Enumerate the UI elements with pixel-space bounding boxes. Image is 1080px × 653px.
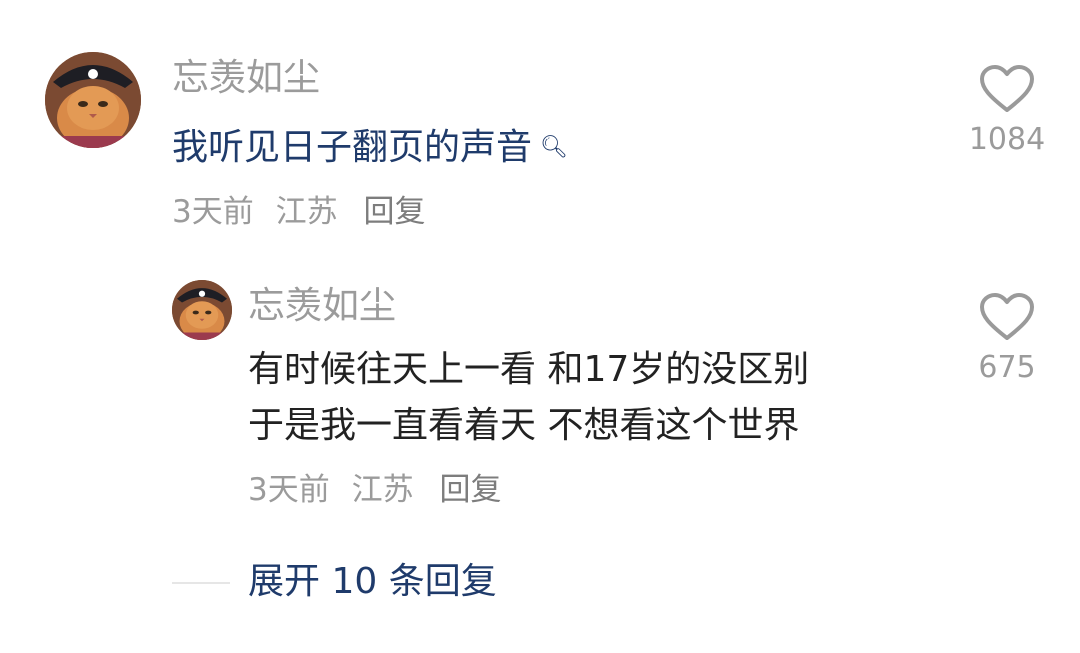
heart-icon[interactable] <box>979 292 1035 342</box>
reply-avatar[interactable] <box>172 280 232 340</box>
heart-icon[interactable] <box>979 64 1035 114</box>
reply-username[interactable]: 忘羡如尘 <box>248 284 396 328</box>
comment-text[interactable]: 我听见日子翻页的声音 🔍︎ <box>172 120 568 176</box>
comment-text-content: 我听见日子翻页的声音 <box>172 127 533 168</box>
avatar[interactable] <box>45 52 141 148</box>
reply-text[interactable]: 有时候往天上一看 和17岁的没区别 于是我一直看着天 不想看这个世界 <box>248 342 809 454</box>
comment-reply-button[interactable]: 回复 <box>363 194 425 230</box>
comment-time: 3天前 <box>172 194 254 230</box>
avatar-image <box>172 280 232 340</box>
expand-divider <box>172 582 230 584</box>
reply-text-line: 于是我一直看着天 不想看这个世界 <box>248 405 800 446</box>
comment-username[interactable]: 忘羡如尘 <box>172 56 320 100</box>
reply-like[interactable]: 675 <box>952 292 1062 388</box>
reply-location: 江苏 <box>351 472 414 508</box>
expand-replies-button[interactable]: 展开 10 条回复 <box>248 558 497 606</box>
reply-meta: 3天前 江苏 回复 <box>248 470 513 510</box>
reply-reply-button[interactable]: 回复 <box>439 472 501 508</box>
reply-text-line: 有时候往天上一看 和17岁的没区别 <box>248 349 810 390</box>
search-icon[interactable]: 🔍︎ <box>540 135 568 160</box>
comment-meta: 3天前 江苏 回复 <box>172 192 437 232</box>
comment-location: 江苏 <box>275 194 338 230</box>
avatar-image <box>45 52 141 148</box>
comment-like[interactable]: 1084 <box>952 64 1062 160</box>
reply-time: 3天前 <box>248 472 330 508</box>
comment-like-count: 1084 <box>968 122 1046 157</box>
reply-like-count: 675 <box>978 350 1036 385</box>
